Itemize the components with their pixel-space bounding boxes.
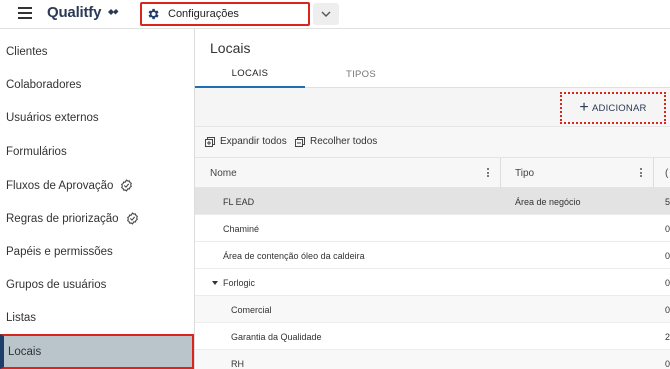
sidebar-item-label: Grupos de usuários [6,278,107,291]
expand-all-label: Expandir todos [220,136,287,147]
menu-icon[interactable] [18,7,32,19]
verified-icon [121,179,133,192]
cell-extra: 0 [665,358,670,369]
cell-type: Área de negócio [515,196,581,207]
expand-all-icon [205,136,215,147]
collapse-all-label: Recolher todos [310,136,378,147]
sidebar-item-label: Listas [6,311,37,324]
sidebar-item-formularios[interactable]: Formulários [0,135,194,168]
tab-locais[interactable]: LOCAIS [195,60,305,88]
main-content: Locais LOCAIS TIPOS + ADICIONAR Expandir… [195,29,670,369]
column-header-nome[interactable]: Nome [210,158,237,188]
page-title: Locais [210,40,251,56]
caret-down-icon[interactable] [212,280,218,285]
table-row[interactable]: Garantia da Qualidade 2 [195,323,670,350]
column-header-third[interactable]: ( [665,158,668,188]
table-row[interactable]: RH 0 [195,350,670,369]
verified-icon [126,212,138,225]
add-button-label: ADICIONAR [591,102,647,114]
sidebar-item-label: Regras de priorização [6,212,119,225]
sidebar-item-colaboradores[interactable]: Colaboradores [0,68,194,101]
sidebar-item-listas[interactable]: Listas [0,301,194,334]
sidebar-item-label: Usuários externos [6,111,99,124]
tab-label: TIPOS [345,68,376,80]
sidebar-item-usuarios-externos[interactable]: Usuários externos [0,101,194,134]
logo-text: Qualitfy [47,4,102,21]
sidebar-item-label: Locais [8,345,42,358]
cell-name: Forlogic [212,269,255,296]
cell-name: FL EAD [223,196,255,207]
cell-extra: 2 [665,331,670,342]
cell-extra: 0 [665,304,670,315]
column-divider[interactable] [500,158,501,188]
tab-label: LOCAIS [231,67,269,79]
column-menu-icon[interactable] [640,168,643,178]
module-dropdown-button[interactable] [313,3,339,25]
sidebar-item-label: Formulários [6,145,67,158]
sidebar: Clientes Colaboradores Usuários externos… [0,29,195,369]
action-toolbar: + ADICIONAR [195,88,670,127]
column-menu-icon[interactable] [487,168,490,178]
collapse-all-button[interactable]: Recolher todos [295,136,377,147]
cell-name: Área de contenção óleo da caldeira [223,250,365,261]
cell-extra: 0 [665,223,670,234]
sidebar-item-grupos-de-usuarios[interactable]: Grupos de usuários [0,268,194,301]
cell-name-text: Forlogic [223,277,256,288]
sidebar-item-label: Papéis e permissões [6,245,113,258]
column-header-label: Tipo [515,167,535,179]
add-button[interactable]: + ADICIONAR [560,92,666,124]
plus-icon: + [579,99,589,116]
sidebar-item-label: Colaboradores [6,78,82,91]
table-header: Nome Tipo ( [195,157,670,188]
cell-name: Chaminé [223,223,260,234]
column-divider[interactable] [653,158,654,188]
module-selector[interactable]: Configurações [140,2,310,26]
table-row[interactable]: Área de contenção óleo da caldeira 0 [195,242,670,269]
sidebar-item-label: Clientes [6,45,48,58]
column-header-label: Nome [210,167,237,179]
top-bar: Qualitfy Configurações [0,0,670,29]
column-header-label: ( [665,167,669,179]
column-header-tipo[interactable]: Tipo [515,158,534,188]
cell-extra: 5 [665,196,670,207]
sidebar-item-clientes[interactable]: Clientes [0,35,194,68]
expand-all-button[interactable]: Expandir todos [205,136,287,147]
tree-controls: Expandir todos Recolher todos [195,127,670,157]
sidebar-item-fluxos-de-aprovacao[interactable]: Fluxos de Aprovação [0,169,194,202]
sidebar-item-locais[interactable]: Locais [0,334,194,369]
sidebar-item-papeis-e-permissoes[interactable]: Papéis e permissões [0,235,194,268]
sidebar-item-regras-de-priorizacao[interactable]: Regras de priorização [0,202,194,235]
table-row[interactable]: Chaminé 0 [195,215,670,242]
cell-extra: 0 [665,277,670,288]
tab-bar: LOCAIS TIPOS [195,60,670,88]
chevron-down-icon [321,11,331,17]
table-row[interactable]: Forlogic 0 [195,269,670,296]
sidebar-item-label: Fluxos de Aprovação [6,179,114,192]
table-row[interactable]: Comercial 0 [195,296,670,323]
tab-tipos[interactable]: TIPOS [305,60,417,88]
module-label: Configurações [168,8,239,20]
logo: Qualitfy [47,4,119,21]
gear-icon [148,8,159,20]
cell-name: Garantia da Qualidade [231,331,322,342]
cell-extra: 0 [665,250,670,261]
logo-mark-icon [108,9,119,15]
collapse-all-icon [295,136,305,147]
table-row[interactable]: FL EAD Área de negócio 5 [195,188,670,215]
cell-name: Comercial [231,304,272,315]
cell-name: RH [231,358,244,369]
